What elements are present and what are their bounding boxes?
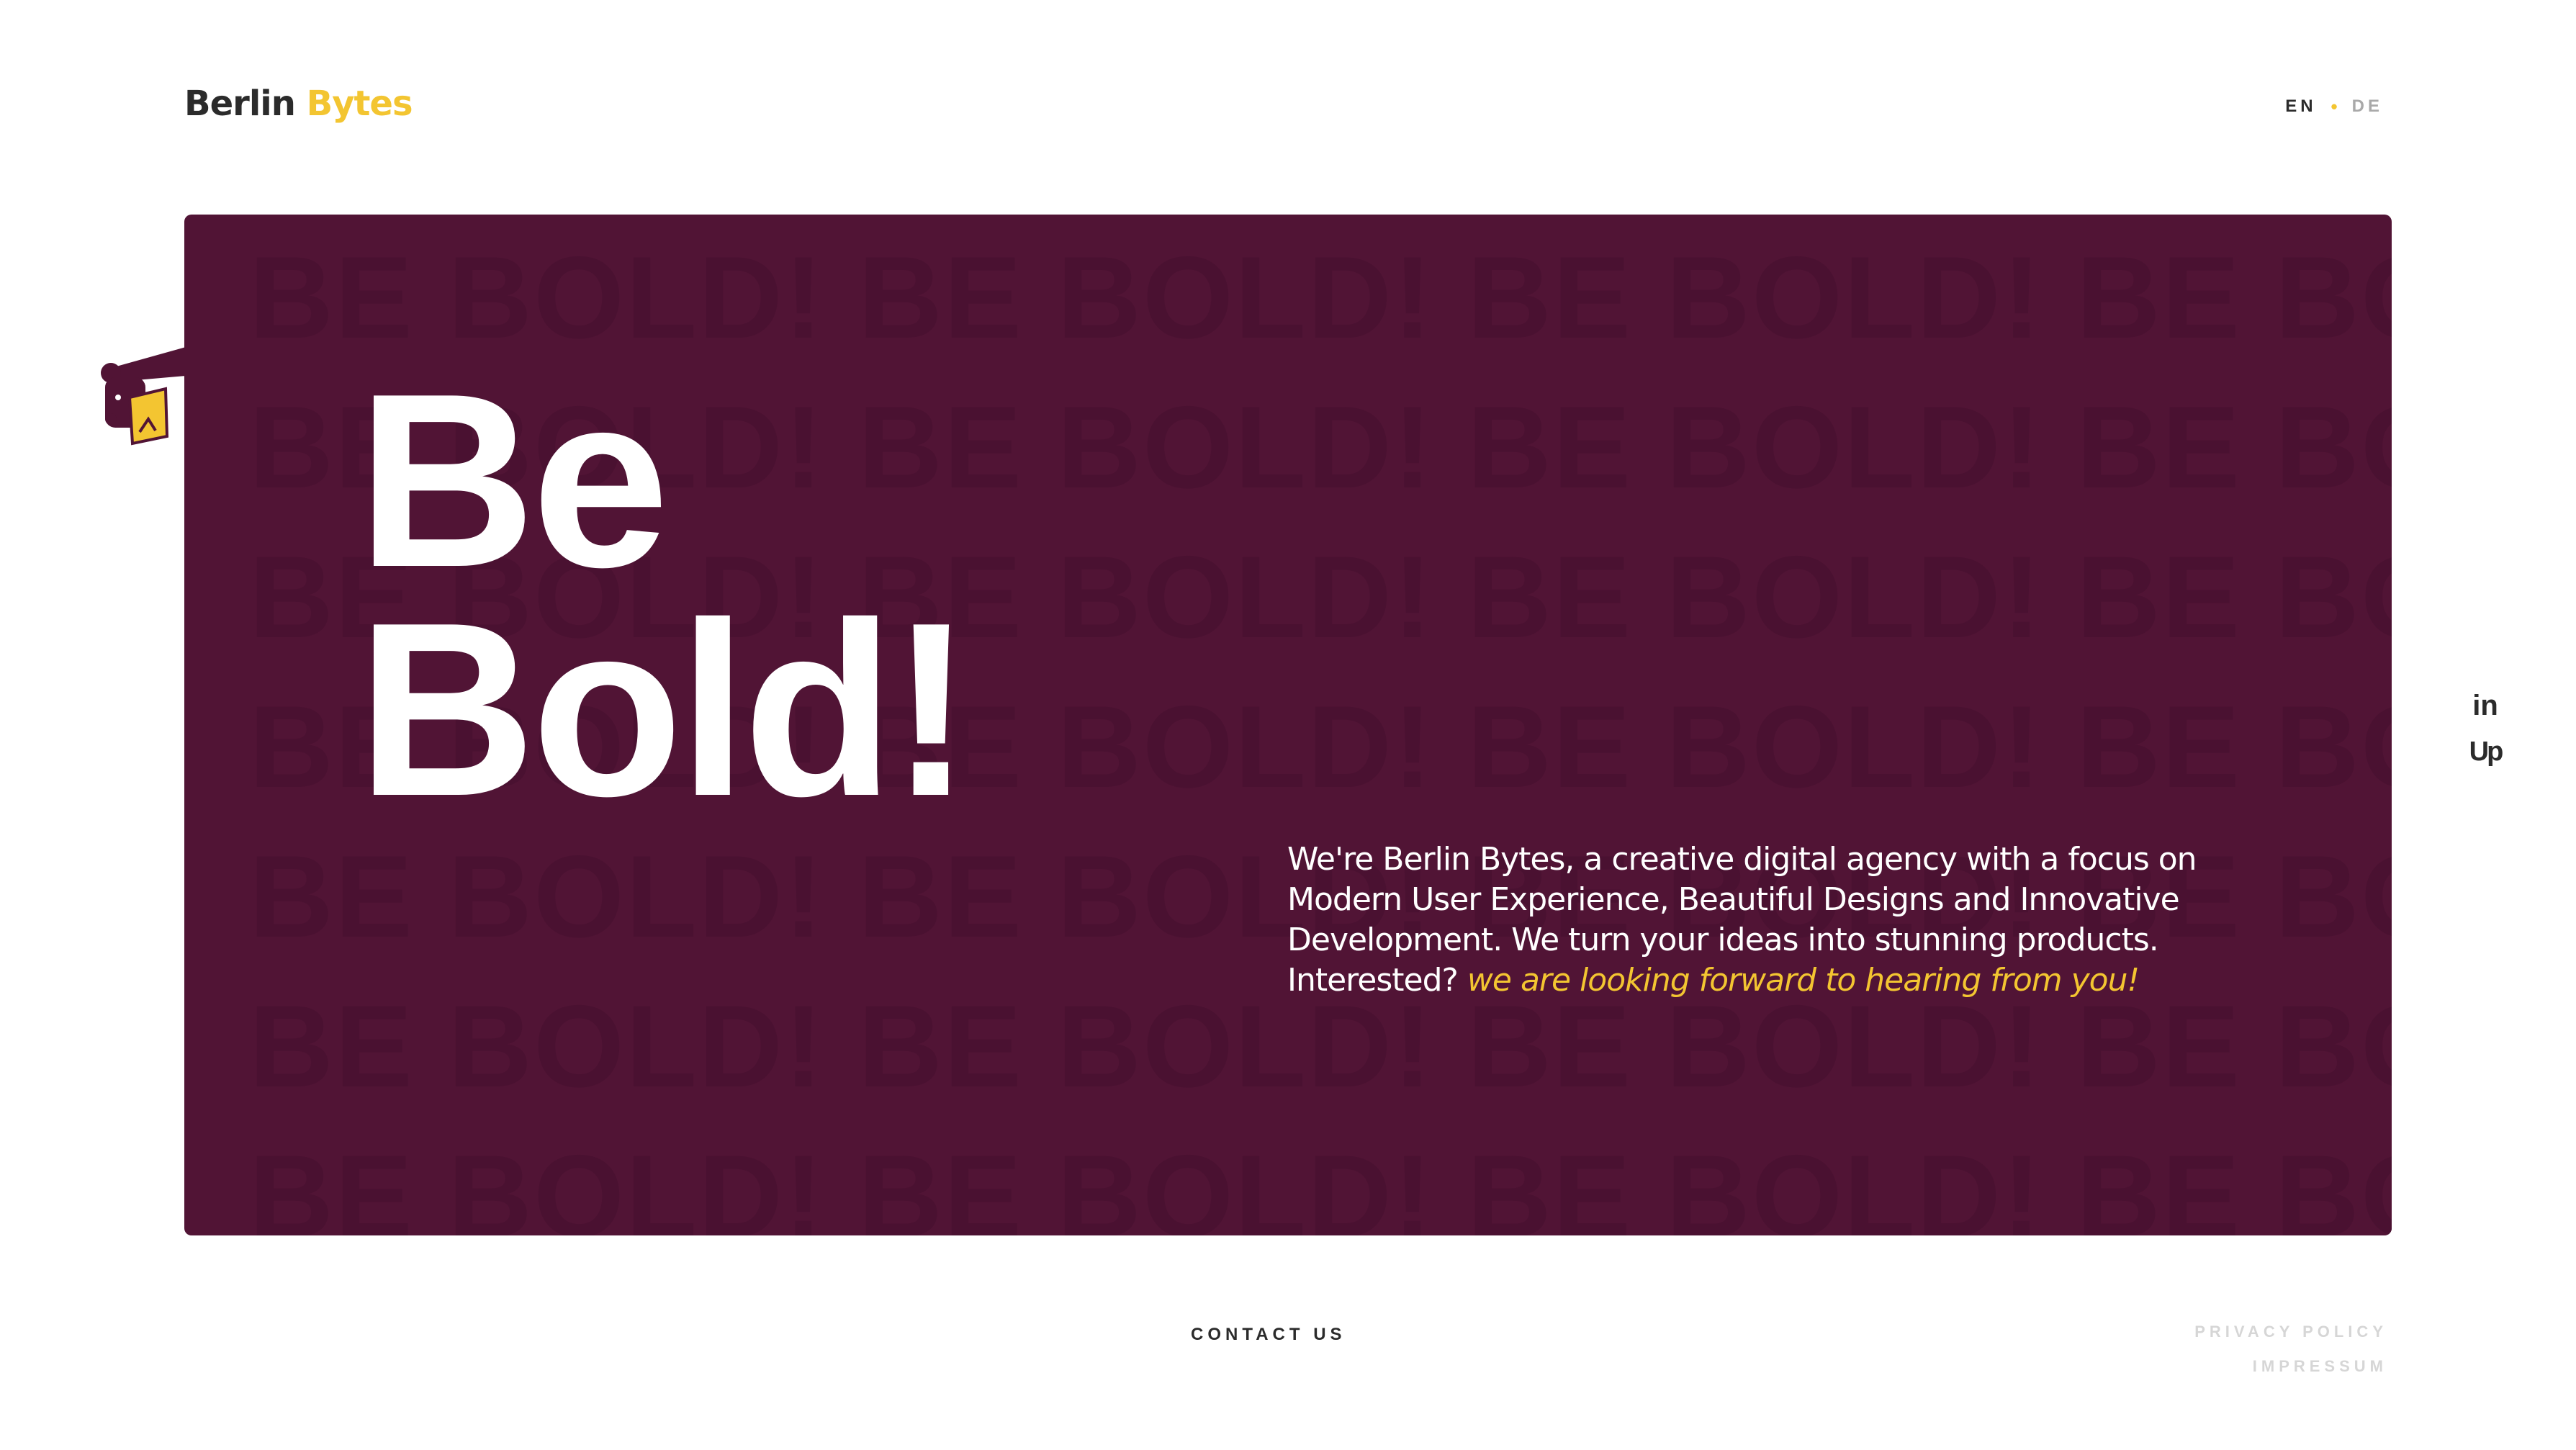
headline-line-1: Be: [357, 342, 670, 618]
upwork-icon[interactable]: Up: [2469, 736, 2504, 767]
headline-line-2: Bold!: [357, 571, 973, 847]
lang-de-link[interactable]: DE: [2352, 95, 2383, 118]
language-switcher: EN • DE: [2285, 95, 2383, 118]
hero-headline: Be Bold!: [357, 342, 973, 847]
lang-separator: •: [2330, 96, 2338, 117]
social-links: in Up: [2465, 690, 2505, 767]
privacy-policy-link[interactable]: PRIVACY POLICY: [2194, 1315, 2387, 1349]
bear-mascot-icon: [101, 347, 186, 446]
intro-highlight-link[interactable]: we are looking forward to hearing from y…: [1467, 962, 2140, 999]
logo[interactable]: Berlin Bytes: [184, 81, 413, 127]
hero-card: BE BOLD! BE BOLD! BE BOLD! BE BOLD! BE B…: [184, 215, 2392, 1235]
background-text-row: BE BOLD! BE BOLD! BE BOLD! BE BOLD! BE B…: [249, 1131, 2392, 1235]
legal-links: PRIVACY POLICY IMPRESSUM: [2194, 1315, 2387, 1384]
intro-paragraph: We're Berlin Bytes, a creative digital a…: [1287, 839, 2245, 1001]
linkedin-icon[interactable]: in: [2472, 690, 2498, 721]
logo-word-bytes: Bytes: [306, 84, 413, 124]
lang-en-link[interactable]: EN: [2285, 95, 2316, 118]
contact-us-link[interactable]: CONTACT US: [1191, 1325, 1346, 1345]
impressum-link[interactable]: IMPRESSUM: [2194, 1349, 2387, 1384]
page: Berlin Bytes EN • DE BE BOLD! BE BOLD! B…: [0, 0, 2576, 1450]
logo-word-berlin: Berlin: [184, 84, 296, 124]
